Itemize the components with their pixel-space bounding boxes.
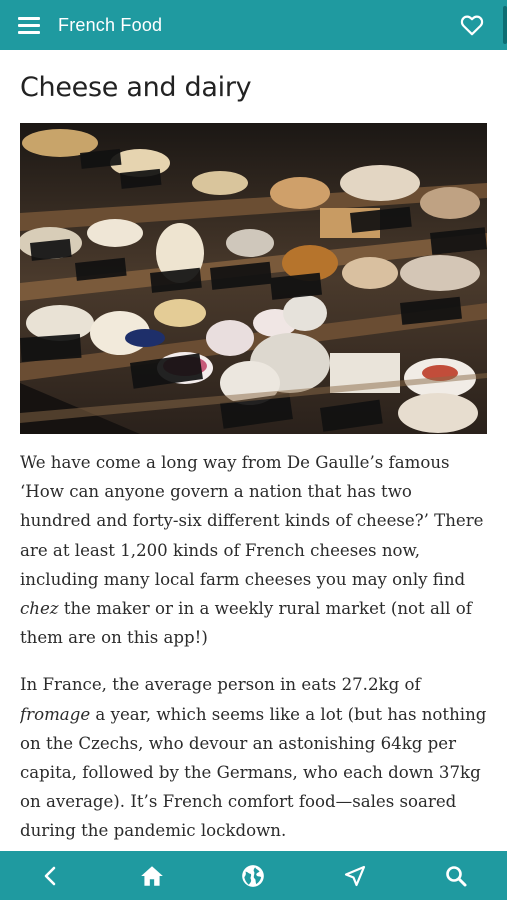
back-icon — [44, 866, 55, 885]
app-title: French Food — [58, 14, 163, 35]
navigate-icon — [344, 865, 365, 886]
home-button[interactable] — [122, 851, 182, 900]
search-button[interactable] — [426, 851, 486, 900]
cheese-photo — [20, 123, 487, 434]
home-icon — [141, 865, 163, 886]
bottom-nav — [0, 851, 507, 900]
back-button[interactable] — [21, 851, 81, 900]
intro-paragraph: We have come a long way from De Gaulle’s… — [20, 453, 484, 648]
menu-icon — [18, 17, 40, 34]
app-bar: French Food — [0, 0, 507, 50]
consumption-paragraph: In France, the average person in eats 27… — [20, 675, 487, 841]
navigate-button[interactable] — [325, 851, 385, 900]
menu-button[interactable] — [0, 0, 58, 50]
map-button[interactable] — [223, 851, 283, 900]
heart-icon — [460, 15, 484, 36]
scrollbar[interactable] — [503, 6, 507, 44]
favorite-button[interactable] — [459, 12, 485, 38]
globe-icon — [242, 864, 265, 887]
page-title: Cheese and dairy — [20, 72, 252, 103]
article-content[interactable]: Cheese and dairy We have come a long way… — [20, 50, 487, 850]
search-icon — [446, 865, 467, 886]
